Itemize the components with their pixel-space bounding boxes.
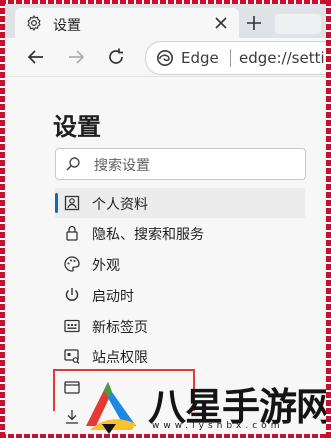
tab-strip: 设置 bbox=[5, 4, 326, 38]
sidebar-item-new-tab-page[interactable]: 新标签页 bbox=[55, 311, 305, 341]
edge-brand-label: Edge bbox=[181, 49, 219, 67]
toolbar: Edge edge://settings/profiles bbox=[5, 38, 331, 77]
address-separator bbox=[230, 49, 231, 67]
palette-icon bbox=[64, 256, 80, 272]
plus-icon bbox=[247, 16, 261, 30]
address-bar[interactable]: Edge edge://settings/profiles bbox=[145, 41, 331, 75]
search-placeholder: 搜索设置 bbox=[94, 158, 150, 174]
sidebar-item-label: 站点权限 bbox=[92, 350, 148, 366]
watermark: 八星手游网 www.lyshbx.com bbox=[82, 376, 331, 434]
back-arrow-icon[interactable] bbox=[25, 46, 47, 68]
frame-left-border bbox=[0, 0, 5, 438]
tab-blurred[interactable] bbox=[275, 14, 321, 34]
sidebar-item-on-startup[interactable]: 启动时 bbox=[55, 280, 305, 310]
sidebar-item-label: 新标签页 bbox=[92, 320, 148, 336]
frame-right-border bbox=[326, 0, 331, 438]
sidebar-item-site-permissions[interactable]: 站点权限 bbox=[55, 341, 305, 371]
sidebar-item-label: 外观 bbox=[92, 258, 120, 274]
forward-arrow-icon[interactable] bbox=[65, 46, 87, 68]
url-text[interactable]: edge://settings/profiles bbox=[239, 49, 331, 67]
sidebar-item-profiles[interactable]: 个人资料 bbox=[55, 188, 305, 218]
edge-logo-icon bbox=[156, 49, 174, 67]
sidebar-item-label: 隐私、搜索和服务 bbox=[92, 227, 204, 243]
sidebar-item-label: 启动时 bbox=[92, 289, 134, 305]
tab-title: 设置 bbox=[53, 18, 81, 34]
page-title: 设置 bbox=[53, 113, 101, 141]
power-icon bbox=[65, 288, 79, 301]
site-permissions-icon bbox=[64, 349, 80, 364]
refresh-icon[interactable] bbox=[105, 46, 127, 68]
search-icon bbox=[66, 157, 80, 171]
new-tab-button[interactable] bbox=[241, 11, 267, 35]
watermark-logo-icon bbox=[86, 382, 136, 434]
sidebar-item-appearance[interactable]: 外观 bbox=[55, 249, 305, 279]
active-indicator bbox=[55, 193, 58, 213]
frame-bottom-border bbox=[0, 434, 331, 438]
sidebar-item-label: 个人资料 bbox=[92, 197, 148, 213]
gear-icon bbox=[27, 15, 41, 31]
new-tab-page-icon bbox=[64, 319, 80, 333]
tab-settings[interactable]: 设置 bbox=[15, 8, 239, 38]
lock-icon bbox=[66, 225, 78, 241]
profile-icon bbox=[64, 195, 80, 211]
search-input[interactable]: 搜索设置 bbox=[55, 148, 306, 180]
close-icon[interactable] bbox=[211, 13, 231, 33]
watermark-url: www.lyshbx.com bbox=[152, 421, 284, 431]
frame-top-border bbox=[0, 0, 331, 4]
sidebar-item-privacy[interactable]: 隐私、搜索和服务 bbox=[55, 218, 305, 248]
